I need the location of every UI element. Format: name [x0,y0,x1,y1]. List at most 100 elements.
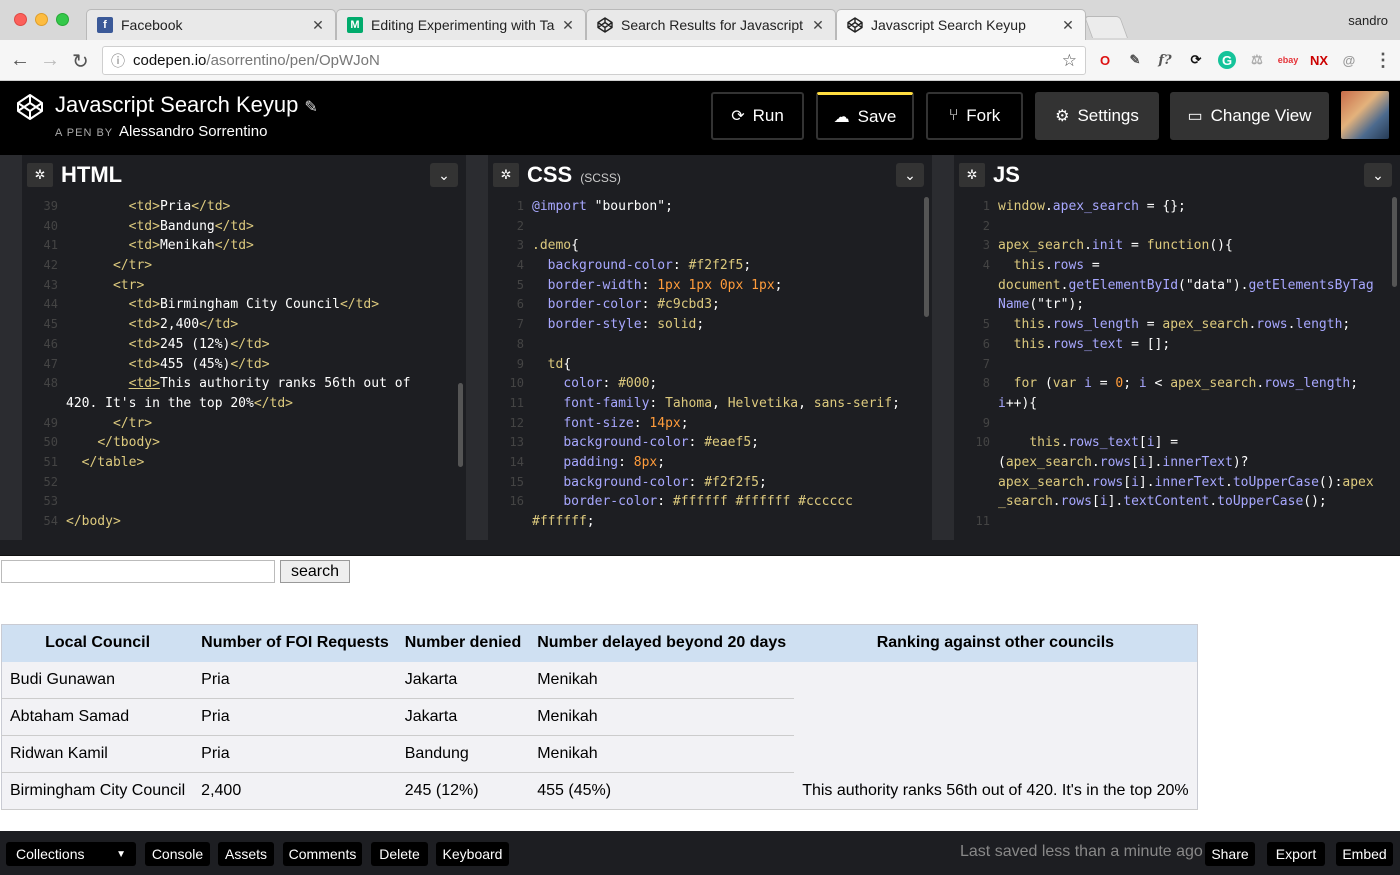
console-button[interactable]: Console [145,842,210,866]
site-info-icon[interactable]: ⓘ [111,51,125,71]
edit-pencil-icon[interactable]: ✎ [304,99,317,116]
run-button[interactable]: ⟳ Run [711,92,804,140]
codepen-icon [847,17,863,33]
bookmark-star-icon[interactable]: ☆ [1062,51,1077,71]
close-window-button[interactable] [14,13,27,26]
css-code-area[interactable]: 1 @import "bourbon"; 2 3 .demo{4 background-… [488,197,932,540]
css-editor-title: CSS [527,162,573,187]
reload-icon[interactable]: ↻ [72,49,89,74]
css-settings-gear-icon[interactable]: ✲ [493,163,519,187]
html-settings-gear-icon[interactable]: ✲ [27,163,53,187]
table-cell: This authority ranks 56th out of 420. It… [794,772,1198,810]
search-button[interactable]: search [280,560,350,583]
change-view-label: Change View [1210,106,1312,125]
editor-resize-handle[interactable] [932,155,954,540]
browser-profile-name[interactable]: sandro [1348,13,1388,28]
line-number: 9 [982,415,990,430]
table-cell: Jakarta [396,698,530,736]
line-number: 11 [509,395,524,410]
share-button[interactable]: Share [1205,842,1255,866]
close-tab-icon[interactable]: ✕ [311,17,325,34]
pen-extension-icon[interactable]: ✎ [1126,51,1144,69]
chrome-menu-icon[interactable]: ⋮ [1374,50,1392,70]
code-line: i++){ [954,394,1400,414]
code-line: 54 </body> [22,512,466,532]
pen-author[interactable]: Alessandro Sorrentino [119,123,267,140]
line-number: 6 [516,297,524,312]
nx-extension-icon[interactable]: NX [1310,51,1328,69]
js-scrollbar[interactable] [1392,197,1397,287]
code-line: 52 [22,473,466,493]
css-editor: ✲ CSS (SCSS) ⌄ 1 @import "bourbon"; 2 3 .dem… [488,155,932,540]
editor-resize-handle[interactable] [466,155,488,540]
code-text: background-color: #eaef5; [563,435,759,451]
fork-label: Fork [966,106,1001,125]
chevron-down-icon[interactable]: ⌄ [1364,163,1392,187]
editor-left-gutter [0,155,22,540]
forward-arrow-icon[interactable]: → [40,49,60,72]
line-number: 9 [516,356,524,371]
change-view-button[interactable]: ▭ Change View [1170,92,1329,140]
opera-extension-icon[interactable]: O [1096,51,1114,69]
chevron-down-icon[interactable]: ⌄ [896,163,924,187]
back-arrow-icon[interactable]: ← [10,49,30,72]
line-number: 10 [975,435,990,450]
pen-title[interactable]: Javascript Search Keyup ✎ [55,92,318,118]
settings-button[interactable]: ⚙ Settings [1035,92,1159,140]
browser-tab-active[interactable]: Javascript Search Keyup ✕ [836,9,1086,40]
at-extension-icon[interactable]: @ [1340,51,1358,69]
codepen-logo-icon[interactable] [16,93,44,121]
code-text: apex_search.init = function(){ [998,238,1233,254]
delete-button[interactable]: Delete [371,842,428,866]
export-button[interactable]: Export [1267,842,1325,866]
line-number: 53 [43,494,58,509]
code-text: _search.rows[i].textContent.toUpperCase(… [998,494,1327,510]
code-text: padding: 8px; [563,454,666,470]
user-avatar[interactable] [1341,91,1389,139]
sync-extension-icon[interactable]: ⟳ [1187,51,1205,69]
ebay-extension-icon[interactable]: ebay [1278,51,1299,69]
code-text: Name("tr"); [998,297,1085,313]
keyboard-button[interactable]: Keyboard [436,842,509,866]
code-line: 45 <td>2,400</td> [22,315,466,335]
minimize-window-button[interactable] [35,13,48,26]
html-code-area[interactable]: 39 <td>Pria</td> 40 <td>Bandung</td> 41 <t… [22,197,466,540]
new-tab-button[interactable] [1083,16,1129,38]
line-number: 11 [975,514,990,528]
code-text: this.rows = [1013,258,1100,274]
url-field[interactable]: ⓘ codepen.io/asorrentino/pen/OpWJoN ☆ [102,46,1086,75]
font-extension-icon[interactable]: f? [1156,51,1174,69]
line-number: 2 [516,218,524,233]
fork-button[interactable]: ⑂ Fork [926,92,1023,140]
save-button[interactable]: ☁ Save [816,92,914,140]
browser-tab-facebook[interactable]: f Facebook ✕ [86,9,336,40]
close-tab-icon[interactable]: ✕ [561,17,575,34]
maximize-window-button[interactable] [56,13,69,26]
grammarly-extension-icon[interactable]: G [1218,51,1236,69]
line-number: 41 [43,238,58,253]
result-resize-bar[interactable] [0,540,1400,556]
browser-tab-search-results[interactable]: Search Results for Javascript s ✕ [586,9,836,40]
browser-tab-medium[interactable]: M Editing Experimenting with Tab ✕ [336,9,586,40]
collections-button[interactable]: Collections ▼ [6,842,136,866]
comments-button[interactable]: Comments [283,842,362,866]
embed-button[interactable]: Embed [1336,842,1393,866]
code-line: 39 <td>Pria</td> [22,197,466,217]
search-input[interactable] [1,560,275,583]
medium-icon: M [347,17,363,33]
caret-down-icon: ▼ [116,848,126,860]
line-number: 14 [509,454,524,469]
line-number: 6 [982,336,990,351]
assets-button[interactable]: Assets [218,842,274,866]
close-tab-icon[interactable]: ✕ [1061,17,1075,34]
js-settings-gear-icon[interactable]: ✲ [959,163,985,187]
chevron-down-icon[interactable]: ⌄ [430,163,458,187]
close-tab-icon[interactable]: ✕ [811,17,825,34]
code-line: 4 this.rows = [954,256,1400,276]
code-line: _search.rows[i].textContent.toUpperCase(… [954,492,1400,512]
scale-extension-icon[interactable]: ⚖ [1248,51,1266,69]
code-line: 43 <tr> [22,276,466,296]
html-scrollbar[interactable] [458,383,463,467]
js-code-area[interactable]: 1 window.apex_search = {}; 2 3 apex_search.i… [954,197,1400,540]
css-scrollbar[interactable] [924,197,929,317]
